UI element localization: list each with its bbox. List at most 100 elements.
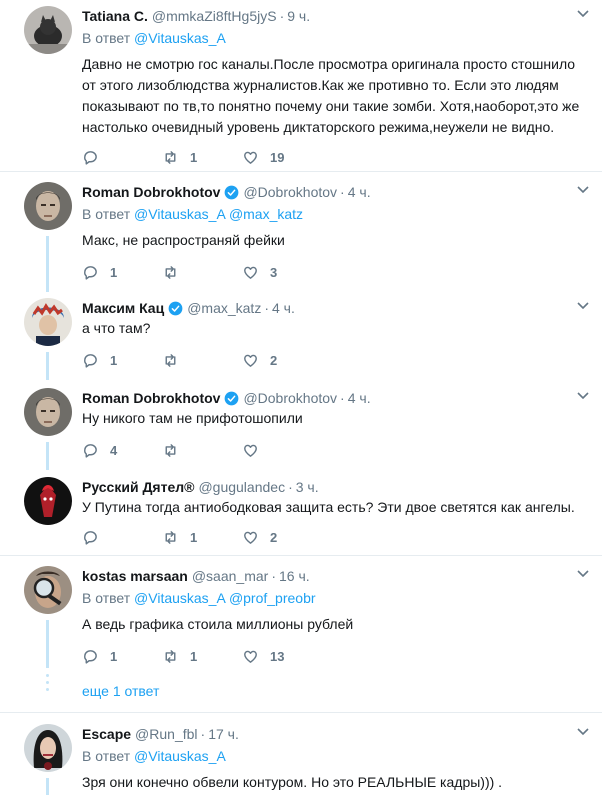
author-handle[interactable]: @Dobrokhotov [243,388,337,408]
author-handle[interactable]: @gugulandec [198,477,285,497]
man-portrait-avatar-icon [24,388,72,436]
author-name[interactable]: Tatiana C. [82,6,148,26]
separator-dot: · [200,726,206,742]
mention-link[interactable]: @Vitauskas_A [134,748,226,764]
retweet-icon [165,353,176,367]
tweet[interactable]: Roman Dobrokhotov @Dobrokhotov · 4 ч. В … [0,182,602,290]
reply-count: 1 [110,352,118,368]
mention-link[interactable]: @max_katz [229,206,303,222]
author-name[interactable]: Русский Дятел® [82,477,194,497]
author-handle[interactable]: @Dobrokhotov [243,182,337,202]
author-handle[interactable]: @max_katz [187,298,261,318]
divider [0,555,602,556]
man-portrait-avatar-icon [24,182,72,230]
like-count: 3 [270,264,278,280]
author-handle[interactable]: @saan_mar [192,566,268,586]
timestamp[interactable]: 16 ч. [279,566,310,586]
timestamp[interactable]: 3 ч. [296,477,319,497]
reply-button[interactable]: 1 [82,350,117,370]
reply-button[interactable]: 4 [82,440,117,460]
tweet[interactable]: Escape @Run_fbl · 17 ч. В ответ @Vitausk… [0,724,602,795]
retweet-button[interactable] [162,350,190,370]
chevron-down-icon[interactable] [576,568,590,578]
like-button[interactable]: 2 [242,350,277,370]
reply-context: В ответ @Vitauskas_A @prof_preobr [82,588,590,608]
retweet-button[interactable] [162,440,190,460]
timestamp[interactable]: 4 ч. [272,298,295,318]
like-button[interactable] [242,440,270,460]
author-name[interactable]: Roman Dobrokhotov [82,388,220,408]
like-button[interactable]: 19 [242,147,284,167]
mention-link[interactable]: @Vitauskas_A [134,590,225,606]
avatar[interactable] [24,388,72,436]
retweet-button[interactable]: 1 [162,646,197,666]
reply-count: 1 [110,648,118,664]
tweet-actions: 1 3 [82,262,382,282]
author-name[interactable]: Escape [82,724,131,744]
chevron-down-icon[interactable] [576,390,590,400]
tweet-text: А ведь графика стоила миллионы рублей [82,616,354,632]
mention-link[interactable]: @prof_preobr [229,590,316,606]
verified-badge-icon [224,185,239,200]
author-handle[interactable]: @mmkaZi8ftHg5jyS [152,6,277,26]
chevron-down-icon[interactable] [576,726,590,736]
tweet-actions: 1 19 [82,147,382,167]
woodpecker-avatar-icon [24,477,72,525]
reply-context: В ответ @Vitauskas_A [82,746,590,766]
like-count: 2 [270,529,278,545]
separator-dot: · [340,390,345,406]
author-name[interactable]: Максим Кац [82,298,164,318]
mention-link[interactable]: @Vitauskas_A [134,206,225,222]
tweet[interactable]: Максим Кац @max_katz · 4 ч. а что там? 1… [0,298,602,378]
reply-icon [84,649,97,664]
author-name[interactable]: Roman Dobrokhotov [82,182,220,202]
retweet-button[interactable]: 1 [162,527,197,547]
heart-icon [244,531,257,544]
timestamp[interactable]: 17 ч. [208,724,239,744]
timestamp[interactable]: 4 ч. [348,182,371,202]
tweet-header: Максим Кац @max_katz · 4 ч. [82,298,590,318]
author-handle[interactable]: @Run_fbl [135,724,197,744]
tweet-header: kostas marsaan @saan_mar · 16 ч. [82,566,590,586]
reply-button[interactable]: 1 [82,262,117,282]
timestamp[interactable]: 9 ч. [287,6,310,26]
tweet-header: Tatiana C. @mmkaZi8ftHg5jyS · 9 ч. [82,6,590,26]
chevron-down-icon[interactable] [576,184,590,194]
tweet[interactable]: Roman Dobrokhotov @Dobrokhotov · 4 ч. Ну… [0,388,602,460]
retweet-icon [165,265,176,279]
retweet-count: 1 [190,149,198,165]
avatar[interactable] [24,724,72,772]
tweet[interactable]: Tatiana C. @mmkaZi8ftHg5jyS · 9 ч. В отв… [0,6,602,167]
heart-icon [244,151,257,164]
reply-button[interactable] [82,527,110,547]
avatar[interactable] [24,566,72,614]
tweet[interactable]: Русский Дятел® @gugulandec · 3 ч. У Пути… [0,477,602,551]
like-button[interactable]: 13 [242,646,284,666]
avatar[interactable] [24,298,72,346]
reply-icon [84,443,97,458]
show-more-replies-link[interactable]: еще 1 ответ [82,682,159,700]
retweet-button[interactable]: 1 [162,147,197,167]
like-button[interactable]: 3 [242,262,277,282]
mention-link[interactable]: @Vitauskas_A [134,30,226,46]
reply-icon [84,530,97,545]
like-count: 2 [270,352,278,368]
chevron-down-icon[interactable] [576,300,590,310]
chevron-down-icon[interactable] [576,8,590,18]
avatar[interactable] [24,182,72,230]
reply-icon [84,353,97,368]
reply-button[interactable]: 1 [82,646,117,666]
tweet[interactable]: kostas marsaan @saan_mar · 16 ч. В ответ… [0,566,602,666]
avatar[interactable] [24,477,72,525]
woman-avatar-icon [24,724,72,772]
reply-button[interactable] [82,147,110,167]
avatar[interactable] [24,6,72,54]
divider [0,712,602,713]
retweet-button[interactable] [162,262,190,282]
tweet-header: Roman Dobrokhotov @Dobrokhotov · 4 ч. [82,388,590,408]
tweet-text: а что там? [82,320,151,336]
author-name[interactable]: kostas marsaan [82,566,188,586]
like-button[interactable]: 2 [242,527,277,547]
verified-badge-icon [224,391,239,406]
timestamp[interactable]: 4 ч. [348,388,371,408]
